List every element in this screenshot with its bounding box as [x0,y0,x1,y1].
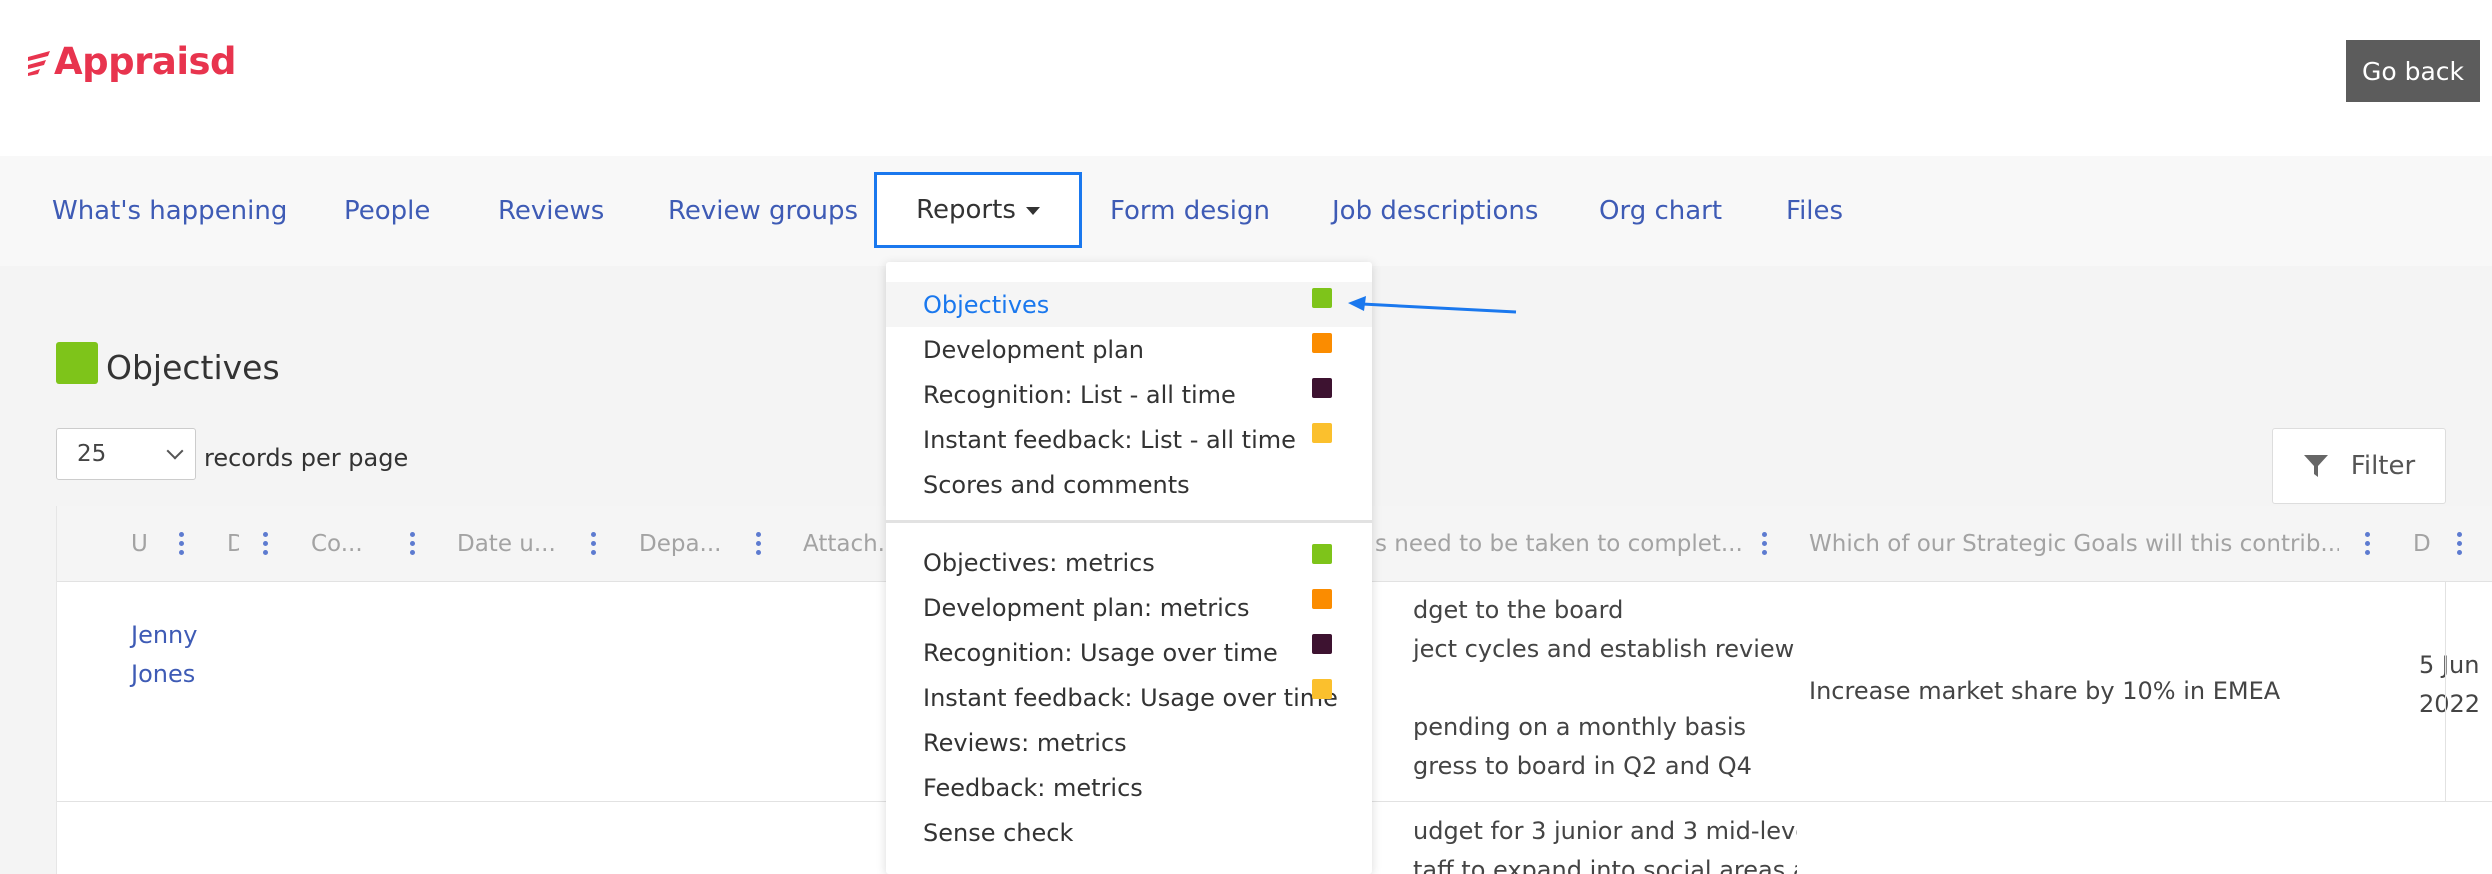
instant-feedback-swatch [1312,679,1332,699]
go-back-button[interactable]: Go back [2346,40,2480,102]
column-menu-icon[interactable] [591,532,597,558]
menu-item-label: Development plan [923,335,1145,364]
steps-cell: dget to the board ject cycles and establ… [1357,591,1797,786]
steps-line: udget for 3 junior and 3 mid-level [1413,817,1797,845]
main-nav: What's happening People Reviews Review g… [0,156,2492,266]
steps-line: ject cycles and establish review [1413,635,1795,663]
menu-item-label: Instant feedback: List - all time [923,425,1296,454]
column-header-strategic-goals[interactable]: Which of our Strategic Goals will this c… [1809,506,2339,582]
nav-item-review-groups[interactable]: Review groups [668,156,858,266]
date-cell: 5 Jun 2022 [2419,646,2480,724]
column-menu-icon[interactable] [2457,532,2463,558]
records-per-page-label: records per page [204,444,409,472]
reports-dropdown-menu: Objectives Development plan Recognition:… [886,262,1372,874]
menu-item-instant-feedback-list[interactable]: Instant feedback: List - all time [886,417,1372,462]
column-menu-icon[interactable] [179,532,185,558]
user-name-link[interactable]: Jenny Jones [131,616,197,694]
column-menu-icon[interactable] [2365,532,2371,558]
logo-text: Appraisd [54,40,237,83]
app-header: Appraisd Go back [0,0,2492,156]
filter-icon [2303,455,2328,477]
nav-item-reports-label: Reports [916,195,1016,225]
menu-item-sense-check[interactable]: Sense check [886,810,1372,855]
user-last-name: Jones [131,660,196,688]
objectives-color-swatch [56,342,98,384]
menu-item-instant-feedback-usage[interactable]: Instant feedback: Usage over time [886,675,1372,720]
development-plan-swatch [1312,589,1332,609]
menu-item-label: Instant feedback: Usage over time [923,683,1338,712]
nav-item-form-design[interactable]: Form design [1110,156,1270,266]
nav-item-files[interactable]: Files [1786,156,1843,266]
menu-item-label: Sense check [923,818,1074,847]
column-header-date-updated[interactable]: Date u... [457,506,597,582]
menu-item-objectives-metrics[interactable]: Objectives: metrics [886,540,1372,585]
date-line: 2022 [2419,690,2481,718]
objectives-swatch [1312,288,1332,308]
steps-cell: udget for 3 junior and 3 mid-level taff … [1357,812,1797,874]
menu-divider [886,520,1372,523]
menu-item-development-plan[interactable]: Development plan [886,327,1372,372]
menu-item-objectives[interactable]: Objectives [886,282,1372,327]
column-header-co[interactable]: Co... [311,506,451,582]
development-plan-swatch [1312,333,1332,353]
chevron-down-icon [166,442,184,460]
user-first-name: Jenny [131,621,198,649]
appraisd-logo[interactable]: Appraisd [26,40,237,83]
column-header-date[interactable]: D [2413,506,2433,582]
menu-item-reviews-metrics[interactable]: Reviews: metrics [886,720,1372,765]
column-header-d[interactable]: D [227,506,239,582]
steps-line: gress to board in Q2 and Q4 [1413,752,1752,780]
nav-item-people[interactable]: People [344,156,430,266]
per-page-value: 25 [77,441,107,467]
date-line: 5 Jun [2419,651,2480,679]
filter-button[interactable]: Filter [2272,428,2446,504]
page-title: Objectives [106,348,280,387]
records-per-page-select[interactable]: 25 [56,428,196,480]
column-header-attachments[interactable]: Attach... [803,506,893,582]
instant-feedback-swatch [1312,423,1332,443]
menu-item-label: Recognition: Usage over time [923,638,1278,667]
column-header-user[interactable]: U [131,506,153,582]
menu-item-label: Recognition: List - all time [923,380,1236,409]
menu-item-label: Scores and comments [923,470,1190,499]
recognition-swatch [1312,378,1332,398]
nav-item-job-descriptions[interactable]: Job descriptions [1332,156,1538,266]
column-menu-icon[interactable] [756,532,762,558]
steps-line: taff to expand into social areas and [1413,856,1797,874]
filter-label: Filter [2350,451,2416,481]
nav-item-whats-happening[interactable]: What's happening [52,156,287,266]
caret-down-icon [1025,207,1040,215]
menu-item-label: Feedback: metrics [923,773,1143,802]
steps-line [1357,669,1797,708]
steps-line: pending on a monthly basis [1413,713,1747,741]
column-divider [2445,582,2446,802]
menu-item-recognition-usage[interactable]: Recognition: Usage over time [886,630,1372,675]
menu-item-development-plan-metrics[interactable]: Development plan: metrics [886,585,1372,630]
menu-item-feedback-metrics[interactable]: Feedback: metrics [886,765,1372,810]
nav-item-reports[interactable]: Reports [874,172,1082,248]
recognition-swatch [1312,634,1332,654]
menu-item-label: Reviews: metrics [923,728,1127,757]
menu-item-label: Objectives [923,290,1050,319]
logo-mark-icon [28,50,50,76]
nav-item-reviews[interactable]: Reviews [498,156,604,266]
column-menu-icon[interactable] [1762,532,1768,558]
menu-item-label: Development plan: metrics [923,593,1250,622]
column-menu-icon[interactable] [263,532,269,558]
steps-line: dget to the board [1413,596,1624,624]
menu-item-scores-and-comments[interactable]: Scores and comments [886,462,1372,507]
strategic-goal-cell: Increase market share by 10% in EMEA [1809,677,2281,705]
column-menu-icon[interactable] [410,532,416,558]
menu-item-label: Objectives: metrics [923,548,1155,577]
objectives-swatch [1312,544,1332,564]
nav-item-org-chart[interactable]: Org chart [1599,156,1722,266]
menu-item-recognition-list[interactable]: Recognition: List - all time [886,372,1372,417]
annotation-arrow-icon [1348,296,1517,314]
column-header-steps[interactable]: s need to be taken to complet... [1375,506,1795,582]
